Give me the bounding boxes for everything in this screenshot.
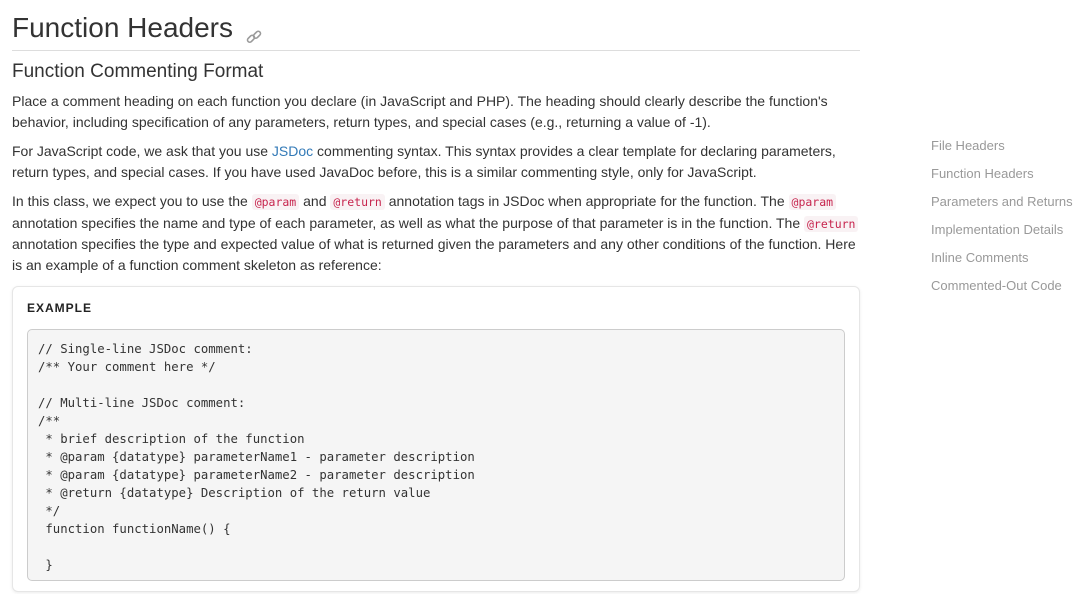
toc-item-implementation-details[interactable]: Implementation Details bbox=[931, 216, 1081, 244]
example-label: EXAMPLE bbox=[27, 301, 93, 315]
toc-item-file-headers[interactable]: File Headers bbox=[931, 132, 1081, 160]
example-box: EXAMPLE // Single-line JSDoc comment: /*… bbox=[12, 286, 860, 592]
toc-item-parameters-and-returns[interactable]: Parameters and Returns bbox=[931, 188, 1081, 216]
page-title-text: Function Headers bbox=[12, 12, 234, 43]
table-of-contents: File Headers Function Headers Parameters… bbox=[931, 132, 1081, 300]
paragraph-intro: Place a comment heading on each function… bbox=[12, 93, 828, 130]
paragraph-jsdoc: For JavaScript code, we ask that you use… bbox=[12, 141, 860, 182]
page-title: Function Headers bbox=[12, 12, 860, 51]
param-code: @param bbox=[251, 194, 300, 210]
return-code: @return bbox=[804, 215, 859, 232]
paragraph-text: annotation specifies the type and expect… bbox=[12, 236, 856, 273]
toc-item-inline-comments[interactable]: Inline Comments bbox=[931, 244, 1081, 272]
toc-item-function-headers[interactable]: Function Headers bbox=[931, 160, 1081, 188]
section-subtitle: Function Commenting Format bbox=[12, 61, 264, 82]
toc-item-commented-out-code[interactable]: Commented-Out Code bbox=[931, 272, 1081, 300]
link-icon[interactable] bbox=[245, 21, 263, 44]
paragraph-text: In this class, we expect you to use the bbox=[12, 193, 252, 209]
return-code: @return bbox=[330, 194, 385, 210]
paragraph-text: and bbox=[299, 193, 331, 209]
code-block[interactable]: // Single-line JSDoc comment: /** Your c… bbox=[27, 329, 845, 581]
paragraph-text: annotation tags in JSDoc when appropriat… bbox=[384, 193, 789, 209]
jsdoc-link[interactable]: JSDoc bbox=[272, 143, 313, 159]
paragraph-text: For JavaScript code, we ask that you use bbox=[12, 143, 272, 159]
main-content: Function Headers Function Commenting For… bbox=[12, 0, 860, 592]
param-code: @param bbox=[788, 194, 837, 210]
paragraph-annotations: In this class, we expect you to use the … bbox=[12, 191, 860, 275]
paragraph-text: annotation specifies the name and type o… bbox=[12, 214, 804, 231]
